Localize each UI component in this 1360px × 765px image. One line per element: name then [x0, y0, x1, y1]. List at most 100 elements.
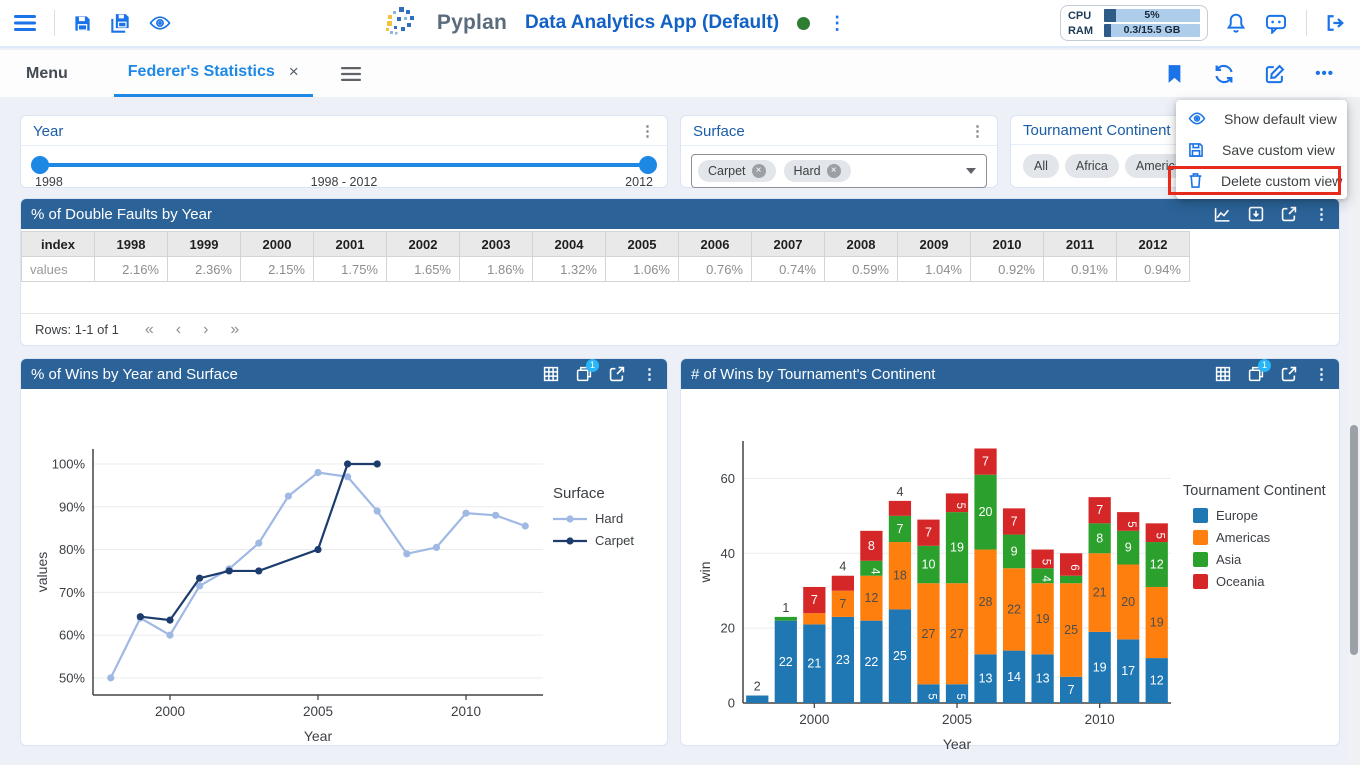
- table-year-header: 2012: [1117, 232, 1190, 257]
- chip-remove-icon[interactable]: ×: [752, 164, 766, 178]
- slider-handle-min[interactable]: [31, 156, 49, 174]
- bar-chart[interactable]: 0204060200020052010Yearwin22212172374221…: [697, 425, 1177, 755]
- bookmark-icon[interactable]: [1166, 64, 1183, 84]
- line-chart-legend: Surface Hard Carpet: [553, 485, 634, 747]
- surface-chip-hard[interactable]: Hard ×: [784, 160, 851, 182]
- page-scrollbar[interactable]: [1348, 97, 1360, 765]
- legend-item-asia[interactable]: Asia: [1193, 552, 1326, 567]
- legend-item-carpet[interactable]: Carpet: [553, 533, 634, 548]
- save-all-icon[interactable]: [110, 13, 131, 34]
- table-year-header: 2006: [679, 232, 752, 257]
- save-icon[interactable]: [73, 14, 92, 33]
- table-card-more-icon[interactable]: ⋮: [1314, 205, 1329, 223]
- svg-text:28: 28: [979, 595, 993, 609]
- legend-item-oceania[interactable]: Oceania: [1193, 574, 1326, 589]
- year-filter-menu-icon[interactable]: ⋮: [640, 122, 655, 140]
- table-cell-value: 1.04%: [898, 257, 971, 282]
- menu-item-delete-custom-view[interactable]: Delete custom view: [1176, 165, 1347, 196]
- next-page-icon[interactable]: ›: [203, 321, 208, 339]
- svg-text:4: 4: [1040, 576, 1052, 583]
- svg-text:7: 7: [839, 597, 846, 611]
- year-range-slider[interactable]: 1998 1998 - 2012 2012: [21, 146, 667, 189]
- legend-item-europe[interactable]: Europe: [1193, 508, 1326, 523]
- notifications-bell-icon[interactable]: [1226, 12, 1246, 34]
- menu-button[interactable]: Menu: [26, 65, 68, 83]
- table-cell-value: 1.06%: [606, 257, 679, 282]
- table-view-icon[interactable]: [543, 366, 559, 382]
- svg-text:4: 4: [896, 485, 903, 499]
- continent-chip-africa[interactable]: Africa: [1065, 154, 1119, 178]
- view-more-icon[interactable]: •••: [1315, 66, 1334, 81]
- slider-range-label: 1998 - 2012: [311, 175, 378, 189]
- hamburger-menu-icon[interactable]: [14, 14, 36, 32]
- preview-eye-icon[interactable]: [149, 14, 171, 32]
- table-year-header: 2009: [898, 232, 971, 257]
- first-page-icon[interactable]: «: [145, 321, 154, 339]
- menu-item-save-custom-view[interactable]: Save custom view: [1176, 134, 1347, 165]
- svg-text:23: 23: [836, 653, 850, 667]
- table-cell-value: 0.94%: [1117, 257, 1190, 282]
- table-row-label: values: [22, 257, 95, 282]
- svg-text:5: 5: [925, 693, 937, 699]
- svg-text:12: 12: [1150, 558, 1164, 572]
- line-chart[interactable]: 50%60%70%80%90%100%200020052010Yearvalue…: [33, 437, 553, 747]
- continent-chip-all[interactable]: All: [1023, 154, 1059, 178]
- trash-icon: [1188, 172, 1203, 189]
- svg-text:14: 14: [1007, 670, 1021, 684]
- svg-text:21: 21: [807, 657, 821, 671]
- chart-view-icon[interactable]: [1214, 207, 1231, 222]
- menu-item-show-default-view[interactable]: Show default view: [1176, 103, 1347, 134]
- system-monitor: CPU 5% RAM 0.3/15.5 GB: [1060, 5, 1208, 41]
- surface-select[interactable]: Carpet× Hard ×: [691, 154, 987, 188]
- cpu-bar: 5%: [1104, 9, 1200, 22]
- surface-filter-menu-icon[interactable]: ⋮: [970, 122, 985, 140]
- svg-text:7: 7: [925, 526, 932, 540]
- assistant-bot-icon[interactable]: [1264, 12, 1288, 34]
- svg-text:7: 7: [1096, 503, 1103, 517]
- svg-text:5: 5: [954, 693, 966, 699]
- pyplan-logo: [385, 5, 419, 42]
- notebook-copy-icon[interactable]: 1: [576, 366, 592, 382]
- table-view-icon[interactable]: [1215, 366, 1231, 382]
- view-options-menu: Show default viewSave custom viewDelete …: [1176, 100, 1347, 199]
- legend-item-americas[interactable]: Americas: [1193, 530, 1326, 545]
- svg-text:40: 40: [721, 546, 735, 561]
- notebook-copy-icon[interactable]: 1: [1248, 366, 1264, 382]
- svg-text:7: 7: [1068, 683, 1075, 697]
- fullscreen-icon[interactable]: [609, 366, 625, 382]
- eye-icon: [1188, 111, 1206, 126]
- table-year-header: 2010: [971, 232, 1044, 257]
- select-caret-icon[interactable]: [966, 168, 976, 174]
- svg-text:win: win: [697, 561, 713, 583]
- save-view-icon[interactable]: [1248, 206, 1264, 222]
- legend-title: Surface: [553, 485, 634, 502]
- table-year-header: 2001: [314, 232, 387, 257]
- tab-close-icon[interactable]: ×: [289, 62, 299, 82]
- reorder-tabs-icon[interactable]: [341, 67, 361, 81]
- ram-bar: 0.3/15.5 GB: [1104, 24, 1200, 37]
- table-cell-value: 0.59%: [825, 257, 898, 282]
- scrollbar-thumb[interactable]: [1350, 425, 1358, 655]
- fullscreen-icon[interactable]: [1281, 366, 1297, 382]
- legend-item-hard[interactable]: Hard: [553, 511, 634, 526]
- svg-text:25: 25: [1064, 623, 1078, 637]
- surface-chip-carpet[interactable]: Carpet×: [698, 160, 776, 182]
- tab-federers-statistics[interactable]: Federer's Statistics ×: [114, 62, 313, 97]
- svg-text:5: 5: [1040, 559, 1052, 565]
- logout-icon[interactable]: [1325, 13, 1346, 33]
- table-year-header: 1998: [95, 232, 168, 257]
- slider-handle-max[interactable]: [639, 156, 657, 174]
- app-more-icon[interactable]: ⋮: [828, 14, 846, 32]
- svg-text:19: 19: [950, 541, 964, 555]
- chip-remove-icon[interactable]: ×: [827, 164, 841, 178]
- chip-label: Hard: [794, 164, 821, 178]
- edit-view-icon[interactable]: [1265, 64, 1285, 84]
- last-page-icon[interactable]: »: [230, 321, 239, 339]
- svg-text:13: 13: [1036, 672, 1050, 686]
- refresh-icon[interactable]: [1213, 64, 1235, 84]
- bar-card-more-icon[interactable]: ⋮: [1314, 365, 1329, 383]
- fullscreen-icon[interactable]: [1281, 206, 1297, 222]
- prev-page-icon[interactable]: ‹: [176, 321, 181, 339]
- rows-info: Rows: 1-1 of 1: [35, 322, 119, 337]
- line-card-more-icon[interactable]: ⋮: [642, 365, 657, 383]
